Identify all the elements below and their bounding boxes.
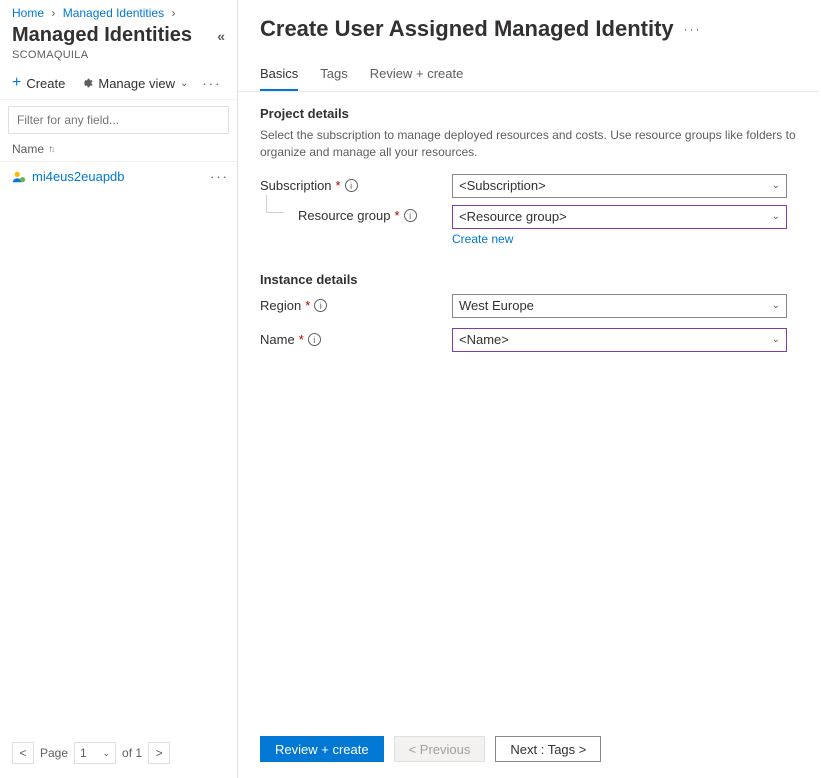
pager-label: Page — [40, 746, 68, 760]
tab-review[interactable]: Review + create — [370, 66, 464, 91]
page-title: Managed Identities — [12, 24, 192, 47]
region-select[interactable]: West Europe ⌄ — [452, 294, 787, 318]
chevron-down-icon: ⌄ — [772, 180, 780, 191]
pager-of: of 1 — [122, 746, 142, 760]
region-label: Region — [260, 298, 301, 313]
chevron-down-icon: ⌄ — [180, 78, 188, 89]
info-icon[interactable]: i — [404, 209, 417, 222]
managed-identity-icon — [12, 170, 26, 184]
breadcrumb-home[interactable]: Home — [12, 6, 44, 20]
chevron-down-icon: ⌄ — [772, 211, 780, 222]
form-title: Create User Assigned Managed Identity — [260, 16, 674, 42]
tab-basics[interactable]: Basics — [260, 66, 298, 91]
subscription-select[interactable]: <Subscription> ⌄ — [452, 174, 787, 198]
info-icon[interactable]: i — [308, 333, 321, 346]
pager-prev-button[interactable]: < — [12, 742, 34, 764]
resource-group-value: <Resource group> — [459, 209, 567, 224]
pager-next-button[interactable]: > — [148, 742, 170, 764]
list-item[interactable]: mi4eus2euapdb ··· — [0, 162, 237, 191]
title-more-icon[interactable]: ··· — [684, 22, 702, 36]
subscription-name: SCOMAQUILA — [12, 49, 225, 61]
subscription-label: Subscription — [260, 178, 332, 193]
tab-tags[interactable]: Tags — [320, 66, 347, 91]
info-icon[interactable]: i — [345, 179, 358, 192]
next-button[interactable]: Next : Tags > — [495, 736, 601, 762]
subscription-value: <Subscription> — [459, 178, 546, 193]
pager-current: 1 — [80, 746, 87, 760]
list-item-label: mi4eus2euapdb — [32, 169, 125, 184]
plus-icon: + — [12, 75, 21, 91]
manage-view-label: Manage view — [98, 76, 175, 91]
review-create-button[interactable]: Review + create — [260, 736, 384, 762]
column-header-name[interactable]: Name ↑ ↓ — [0, 134, 237, 162]
chevron-right-icon: › — [51, 6, 55, 20]
name-input[interactable]: <Name> ⌄ — [452, 328, 787, 352]
chevron-down-icon: ⌄ — [772, 300, 780, 311]
create-new-link[interactable]: Create new — [452, 229, 513, 246]
name-value: <Name> — [459, 332, 509, 347]
chevron-right-icon: › — [171, 6, 175, 20]
chevron-down-icon: ⌄ — [102, 748, 110, 759]
required-indicator: * — [336, 178, 341, 193]
manage-view-button[interactable]: Manage view ⌄ — [79, 76, 188, 91]
previous-button: < Previous — [394, 736, 486, 762]
collapse-icon[interactable]: « — [217, 28, 225, 44]
section-project-details: Project details — [238, 92, 819, 125]
column-header-label: Name — [12, 142, 44, 156]
create-label: Create — [26, 76, 65, 91]
row-more-icon[interactable]: ··· — [210, 169, 229, 184]
gear-icon — [79, 76, 93, 90]
required-indicator: * — [395, 208, 400, 223]
create-button[interactable]: + Create — [12, 75, 65, 91]
section-instance-details: Instance details — [238, 250, 819, 291]
indent-line-icon — [266, 195, 284, 213]
resource-group-select[interactable]: <Resource group> ⌄ — [452, 205, 787, 229]
project-details-desc: Select the subscription to manage deploy… — [238, 125, 819, 171]
name-label: Name — [260, 332, 295, 347]
required-indicator: * — [305, 298, 310, 313]
pager-select[interactable]: 1 ⌄ — [74, 742, 116, 764]
more-icon[interactable]: ··· — [202, 76, 221, 91]
chevron-down-icon: ⌄ — [772, 334, 780, 345]
breadcrumb: Home › Managed Identities › — [0, 0, 237, 22]
info-icon[interactable]: i — [314, 299, 327, 312]
resource-group-label: Resource group — [298, 208, 391, 223]
breadcrumb-managed-identities[interactable]: Managed Identities — [63, 6, 164, 20]
sort-down-icon: ↓ — [51, 144, 56, 154]
filter-input[interactable] — [9, 107, 228, 133]
required-indicator: * — [299, 332, 304, 347]
filter-input-wrap — [8, 106, 229, 134]
region-value: West Europe — [459, 298, 534, 313]
pager: < Page 1 ⌄ of 1 > — [0, 732, 237, 778]
